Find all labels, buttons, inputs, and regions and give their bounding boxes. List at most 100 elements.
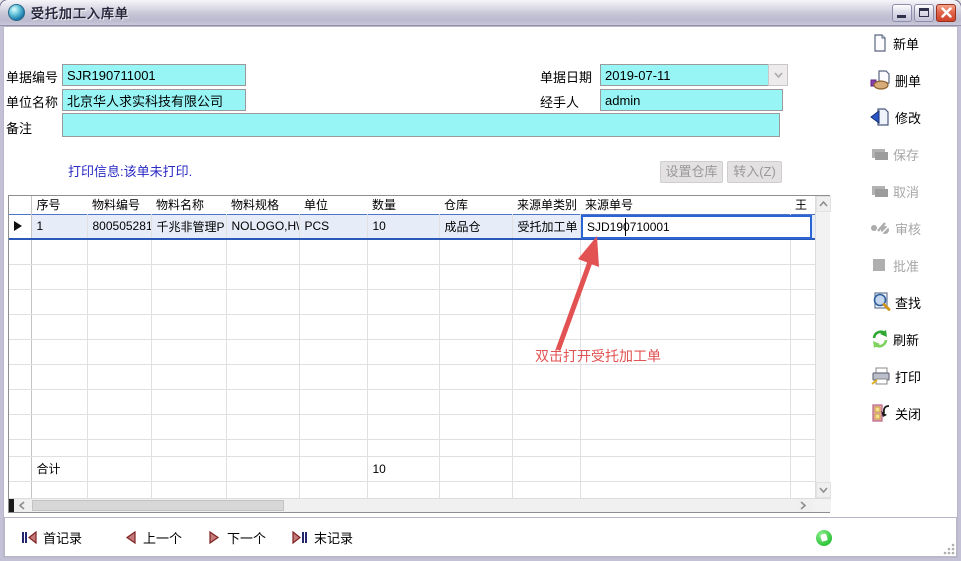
grid-empty-cell[interactable]	[790, 289, 815, 314]
prev-record-button[interactable]: 上一个	[124, 528, 182, 547]
grid-empty-cell[interactable]	[580, 314, 790, 339]
grid-empty-cell[interactable]	[151, 314, 226, 339]
grid-empty-cell[interactable]	[367, 339, 439, 364]
grid-empty-cell[interactable]	[439, 439, 512, 456]
grid-empty-cell[interactable]	[226, 414, 299, 439]
grid-empty-cell[interactable]	[31, 289, 87, 314]
grid-empty-cell[interactable]	[87, 314, 151, 339]
grid-empty-cell[interactable]	[790, 239, 815, 264]
grid-empty-cell[interactable]	[226, 364, 299, 389]
grid-empty-cell[interactable]	[151, 264, 226, 289]
grid-empty-cell[interactable]	[790, 389, 815, 414]
grid-empty-cell[interactable]	[512, 239, 580, 264]
grid-empty-cell[interactable]	[580, 239, 790, 264]
grid-empty-cell[interactable]	[580, 389, 790, 414]
doc-date-input[interactable]	[600, 64, 768, 86]
grid-empty-cell[interactable]	[299, 289, 367, 314]
cell-source-type[interactable]: 受托加工单	[512, 214, 580, 239]
grid-empty-cell[interactable]	[512, 364, 580, 389]
grid-empty-cell[interactable]	[512, 414, 580, 439]
grid-empty-cell[interactable]	[439, 239, 512, 264]
grid-empty-cell[interactable]	[580, 439, 790, 456]
grid-empty-cell[interactable]	[226, 439, 299, 456]
grid-empty-cell[interactable]	[9, 389, 31, 414]
grid-empty-cell[interactable]	[790, 439, 815, 456]
grid-empty-cell[interactable]	[9, 364, 31, 389]
cell-unit[interactable]: PCS	[299, 214, 367, 239]
remark-input[interactable]	[62, 113, 780, 137]
grid-empty-cell[interactable]	[790, 414, 815, 439]
sidebar-item-delete[interactable]: 删单	[870, 69, 958, 91]
grid-empty-cell[interactable]	[439, 389, 512, 414]
grid-empty-cell[interactable]	[226, 289, 299, 314]
grid-empty-cell[interactable]	[9, 314, 31, 339]
grid-empty-cell[interactable]	[87, 339, 151, 364]
grid-empty-cell[interactable]	[31, 364, 87, 389]
grid-empty-cell[interactable]	[151, 339, 226, 364]
grid-empty-cell[interactable]	[226, 481, 299, 498]
resize-grip[interactable]	[942, 542, 955, 555]
scroll-right-button[interactable]	[795, 499, 811, 512]
cell-warehouse[interactable]: 成品仓	[439, 214, 512, 239]
grid-empty-cell[interactable]	[87, 481, 151, 498]
grid-empty-cell[interactable]	[87, 439, 151, 456]
grid-empty-cell[interactable]	[790, 264, 815, 289]
grid-empty-cell[interactable]	[367, 481, 439, 498]
grid-empty-cell[interactable]	[151, 439, 226, 456]
grid-empty-cell[interactable]	[512, 289, 580, 314]
set-warehouse-button[interactable]: 设置仓库	[660, 161, 723, 183]
grid-empty-cell[interactable]	[226, 239, 299, 264]
grid-empty-cell[interactable]	[367, 264, 439, 289]
grid-empty-cell[interactable]	[9, 289, 31, 314]
grid-empty-cell[interactable]	[226, 314, 299, 339]
grid-empty-cell[interactable]	[9, 239, 31, 264]
grid-empty-cell[interactable]	[580, 364, 790, 389]
transfer-in-button[interactable]: 转入(Z)	[727, 161, 782, 183]
grid-empty-cell[interactable]	[31, 314, 87, 339]
grid-empty-cell[interactable]	[299, 264, 367, 289]
doc-date-dropdown-button[interactable]	[768, 64, 788, 86]
sidebar-item-new[interactable]: 新单	[870, 32, 958, 54]
grid-empty-cell[interactable]	[439, 414, 512, 439]
grid-empty-cell[interactable]	[299, 339, 367, 364]
grid-empty-cell[interactable]	[790, 481, 815, 498]
grid-empty-cell[interactable]	[31, 414, 87, 439]
grid-empty-cell[interactable]	[31, 389, 87, 414]
grid-empty-cell[interactable]	[580, 289, 790, 314]
grid-empty-cell[interactable]	[580, 414, 790, 439]
grid-empty-cell[interactable]	[87, 239, 151, 264]
grid-empty-cell[interactable]	[367, 364, 439, 389]
grid-empty-cell[interactable]	[439, 481, 512, 498]
grid-empty-cell[interactable]	[367, 239, 439, 264]
sidebar-item-refresh[interactable]: 刷新	[870, 328, 958, 350]
grid-empty-cell[interactable]	[87, 364, 151, 389]
scroll-left-button[interactable]	[14, 499, 30, 512]
grid-empty-cell[interactable]	[367, 439, 439, 456]
horizontal-scrollbar[interactable]	[9, 498, 831, 512]
grid-empty-cell[interactable]	[790, 339, 815, 364]
grid-empty-cell[interactable]	[790, 364, 815, 389]
grid-empty-cell[interactable]	[367, 289, 439, 314]
grid-empty-cell[interactable]	[299, 314, 367, 339]
grid-empty-cell[interactable]	[512, 481, 580, 498]
grid-empty-cell[interactable]	[512, 389, 580, 414]
grid-empty-cell[interactable]	[580, 481, 790, 498]
grid-empty-cell[interactable]	[299, 239, 367, 264]
minimize-button[interactable]	[892, 4, 912, 22]
grid-empty-cell[interactable]	[439, 364, 512, 389]
hscroll-thumb[interactable]	[32, 500, 284, 511]
grid-empty-cell[interactable]	[299, 481, 367, 498]
sidebar-item-close[interactable]: 关闭	[870, 402, 958, 424]
grid-empty-cell[interactable]	[87, 414, 151, 439]
grid-empty-cell[interactable]	[439, 289, 512, 314]
grid-empty-cell[interactable]	[151, 414, 226, 439]
cell-qty[interactable]: 10	[367, 214, 439, 239]
unit-name-input[interactable]	[62, 89, 246, 111]
grid-empty-cell[interactable]	[87, 264, 151, 289]
source-no-edit-box[interactable]: SJD190710001	[581, 215, 812, 239]
grid-empty-cell[interactable]	[151, 239, 226, 264]
grid-empty-cell[interactable]	[299, 364, 367, 389]
last-record-button[interactable]: 末记录	[292, 528, 353, 547]
doc-no-input[interactable]	[62, 64, 246, 86]
grid-empty-cell[interactable]	[151, 481, 226, 498]
